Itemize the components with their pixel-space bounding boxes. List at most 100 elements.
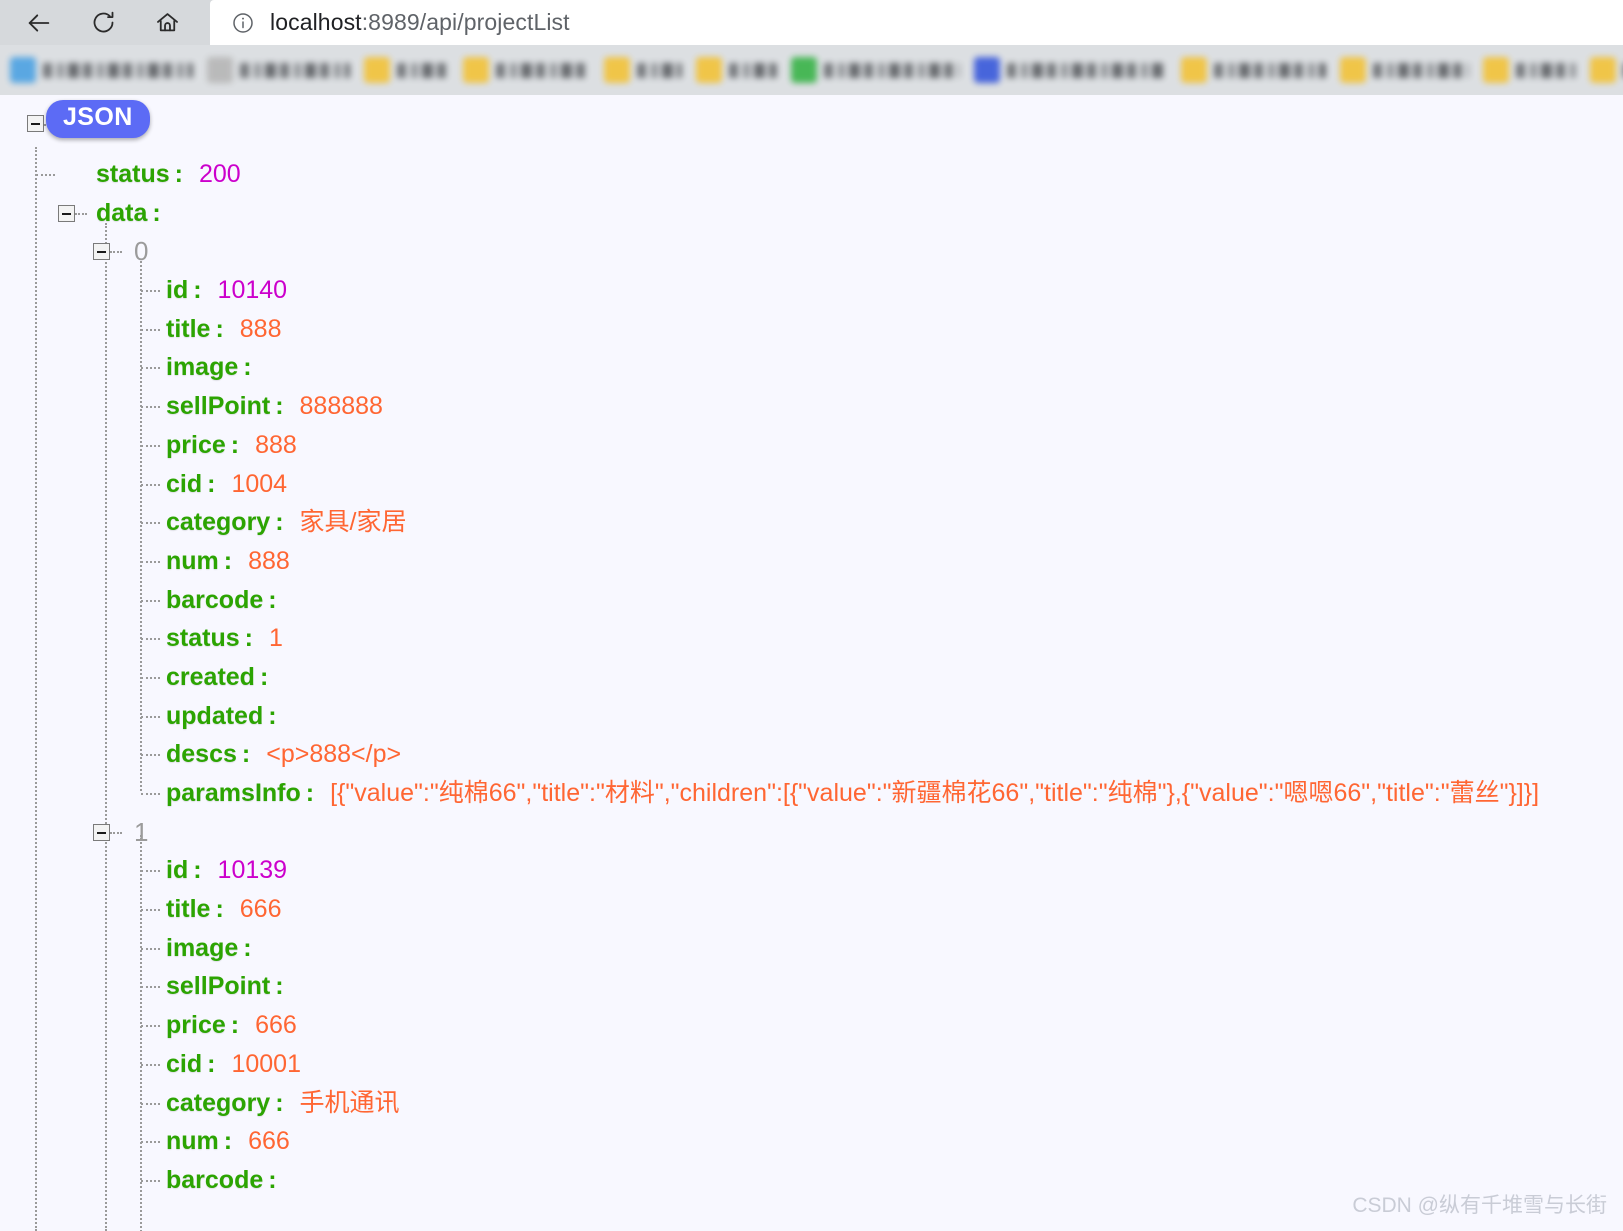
tree-stub <box>141 1179 160 1182</box>
tree-stub <box>141 367 160 370</box>
tree-stub <box>141 444 160 447</box>
json-value: 1 <box>268 624 283 653</box>
json-field: num:888 <box>0 542 1623 581</box>
json-field: id:10139 <box>0 851 1623 890</box>
back-button[interactable] <box>16 3 62 43</box>
json-value: 10140 <box>217 276 288 305</box>
bookmark-item[interactable] <box>1181 57 1326 83</box>
bookmark-label <box>1007 62 1167 78</box>
json-root-badge[interactable]: JSON <box>46 100 150 138</box>
json-field: status:1 <box>0 619 1623 658</box>
bookmark-label <box>1373 62 1469 78</box>
json-field: barcode: <box>0 581 1623 620</box>
json-field: num:666 <box>0 1122 1623 1161</box>
collapse-toggle-root[interactable] <box>27 115 44 132</box>
json-colon: : <box>268 585 277 614</box>
json-key: status <box>166 624 240 653</box>
tree-stub <box>141 986 160 989</box>
tree-stub <box>141 406 160 409</box>
json-key: barcode <box>166 1165 264 1194</box>
json-array-index-row: 0 <box>0 232 1623 271</box>
bookmark-item[interactable] <box>1340 57 1469 83</box>
json-colon: : <box>259 662 269 691</box>
address-bar[interactable]: localhost:8989/api/projectList <box>210 0 1623 45</box>
info-circle-icon[interactable] <box>226 11 260 35</box>
json-colon: : <box>241 740 251 769</box>
json-key: id <box>166 276 189 305</box>
json-array-item-0: 0 id:10140 title:888 image: sellPoint:88… <box>0 232 1623 812</box>
bookmark-item[interactable] <box>207 57 350 83</box>
tree-stub <box>110 251 122 254</box>
tree-stub <box>141 638 160 641</box>
json-colon: : <box>230 430 240 459</box>
json-colon: : <box>193 276 202 305</box>
reload-button[interactable] <box>80 3 126 43</box>
json-colon: : <box>275 972 284 1001</box>
home-button[interactable] <box>144 3 190 43</box>
json-field: updated: <box>0 697 1623 736</box>
json-colon: : <box>268 701 277 730</box>
bookmark-item[interactable] <box>10 57 193 83</box>
bookmark-item[interactable] <box>604 57 682 83</box>
address-bar-url[interactable]: localhost:8989/api/projectList <box>270 9 570 36</box>
bookmark-label <box>240 62 350 78</box>
url-host: localhost <box>270 9 362 35</box>
bookmark-item[interactable] <box>791 57 960 83</box>
json-value: 1004 <box>231 469 288 498</box>
json-field: sellPoint: <box>0 967 1623 1006</box>
bookmark-favicon <box>1340 57 1366 83</box>
json-array-index: 1 <box>134 816 149 847</box>
json-value: 666 <box>248 1127 290 1156</box>
csdn-watermark: CSDN @纵有千堆雪与长街 <box>1352 1194 1607 1217</box>
browser-nav-row: localhost:8989/api/projectList <box>0 0 1623 45</box>
collapse-toggle-item-0[interactable] <box>93 243 110 261</box>
tree-stub <box>141 1102 160 1105</box>
collapse-toggle-item-1[interactable] <box>93 823 110 841</box>
json-field: price:666 <box>0 1006 1623 1045</box>
json-colon: : <box>223 546 233 575</box>
tree-stub <box>141 483 160 486</box>
back-arrow-icon <box>25 9 53 37</box>
json-key: image <box>166 933 239 962</box>
json-key: cid <box>166 1049 203 1078</box>
bookmark-item[interactable] <box>1483 57 1576 83</box>
url-path: :8989/api/projectList <box>361 9 570 35</box>
bookmarks-bar[interactable] <box>0 45 1623 95</box>
json-field: sellPoint:888888 <box>0 387 1623 426</box>
json-key: title <box>166 895 211 924</box>
json-value: <p>888</p> <box>266 740 402 769</box>
json-field: image: <box>0 929 1623 968</box>
bookmark-item[interactable] <box>696 57 777 83</box>
bookmark-favicon <box>791 57 817 83</box>
json-colon: : <box>244 624 253 653</box>
json-field-paramsinfo: paramsInfo: [{"value":"纯棉66","title":"材料"… <box>0 774 1623 813</box>
json-key: category <box>166 1088 271 1117</box>
tree-stub <box>141 560 160 563</box>
collapse-toggle-data[interactable] <box>58 204 75 222</box>
json-field: descs: <p>888</p> <box>0 735 1623 774</box>
bookmark-item[interactable] <box>1590 57 1623 83</box>
json-field: image: <box>0 348 1623 387</box>
json-root-node: JSON status:200 data: 0 id:10140 title:… <box>0 95 1623 1200</box>
tree-stub <box>110 831 122 834</box>
bookmark-item[interactable] <box>463 57 590 83</box>
json-key: descs <box>166 740 237 769</box>
bookmark-label <box>1214 62 1326 78</box>
tree-stub <box>141 909 160 912</box>
json-key: sellPoint <box>166 392 271 421</box>
bookmark-favicon <box>207 57 233 83</box>
json-colon: : <box>243 353 252 382</box>
json-key: barcode <box>166 585 264 614</box>
json-colon: : <box>193 856 202 885</box>
browser-chrome: localhost:8989/api/projectList <box>0 0 1623 95</box>
bookmark-label <box>43 62 193 78</box>
home-icon <box>154 9 181 36</box>
json-colon: : <box>268 1165 277 1194</box>
json-value: [{"value":"纯棉66","title":"材料","children"… <box>330 779 1540 807</box>
bookmark-item[interactable] <box>364 57 449 83</box>
json-value: 666 <box>239 895 282 924</box>
bookmark-favicon <box>974 57 1000 83</box>
bookmark-item[interactable] <box>974 57 1167 83</box>
json-colon: : <box>215 314 224 343</box>
json-value: 666 <box>255 1011 297 1040</box>
